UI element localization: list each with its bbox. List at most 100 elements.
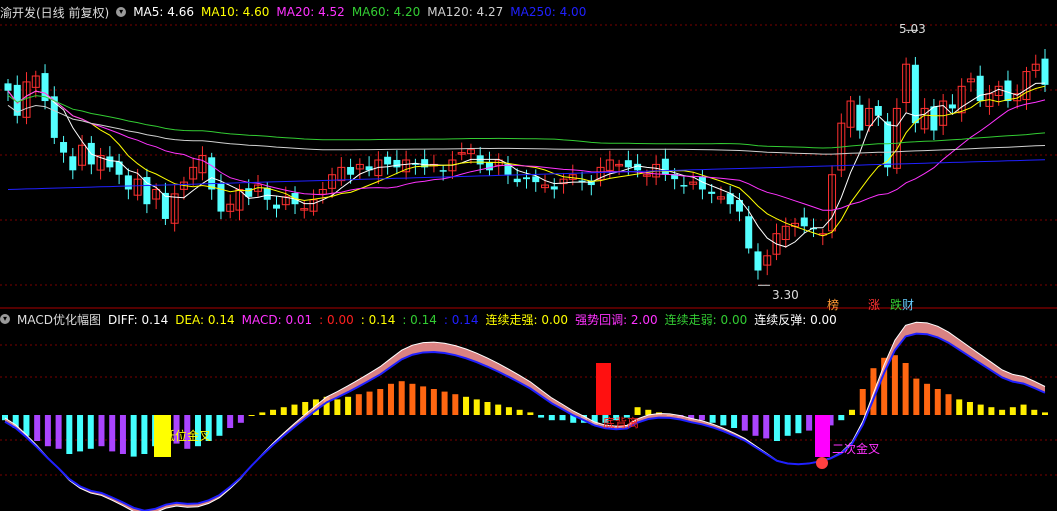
candle-body-down	[1004, 80, 1012, 102]
zhang-tag[interactable]: 涨	[868, 296, 880, 313]
macd-bar	[538, 415, 545, 418]
macd-bar	[216, 415, 223, 436]
macd-bar	[398, 381, 405, 415]
macd-bar	[763, 415, 770, 439]
bang-tag[interactable]: 榜	[827, 296, 839, 313]
macd-bar	[452, 394, 459, 415]
macd-bar	[87, 415, 94, 449]
macd-bar	[698, 415, 705, 421]
candle-body-down	[1041, 58, 1049, 85]
macd-bar	[934, 389, 941, 415]
macd-bar	[902, 363, 909, 415]
macd-bar	[956, 399, 963, 415]
macd-bar	[977, 404, 984, 415]
signal-dot	[816, 457, 828, 469]
candle-body-down	[513, 178, 521, 183]
macd-bar	[1031, 409, 1038, 415]
candle-body-down	[800, 217, 808, 227]
candle-body-down	[347, 166, 355, 175]
candle-body-down	[124, 175, 132, 190]
macd-bar	[248, 415, 255, 416]
macd-bar	[334, 399, 341, 415]
macd-bar	[355, 394, 362, 415]
candle-body-down	[273, 204, 281, 209]
candle-body-down	[624, 160, 632, 168]
candles	[4, 29, 1049, 286]
macd-bar	[441, 391, 448, 415]
macd-bar	[55, 415, 62, 449]
candle-body-down	[263, 187, 271, 200]
macd-bar	[1042, 412, 1048, 415]
macd-bar	[495, 404, 502, 415]
macd-bar	[505, 407, 512, 415]
macd-bar	[859, 389, 866, 415]
candle-body-down	[708, 191, 716, 194]
macd-bar	[731, 415, 738, 428]
cai-tag[interactable]: 财	[902, 296, 914, 313]
macd-bar	[66, 415, 73, 454]
macd-bar	[752, 415, 759, 436]
candle-body-down	[393, 159, 401, 168]
die-tag[interactable]: 跌	[890, 296, 902, 313]
candle-body-down	[930, 106, 938, 131]
macd-bar	[77, 415, 84, 452]
second-cross-label: 二次金叉	[832, 442, 881, 456]
candle-body-down	[217, 183, 225, 212]
macd-bar	[34, 415, 41, 441]
macd-bar	[806, 415, 813, 431]
macd-bar	[109, 415, 116, 452]
macd-bar	[98, 415, 105, 447]
macd-bar	[966, 402, 973, 415]
macd-bar	[119, 415, 126, 454]
macd-bar	[420, 386, 427, 415]
macd-bar	[849, 409, 856, 415]
candle-body-down	[485, 161, 493, 171]
candle-body-down	[439, 170, 447, 172]
candle-body-down	[384, 156, 392, 165]
macd-bar	[891, 355, 898, 415]
candle-body-down	[661, 158, 669, 175]
macd-bar	[280, 407, 287, 415]
macd-bar	[795, 415, 802, 434]
macd-bar	[1020, 404, 1027, 415]
candle-body-down	[856, 104, 864, 131]
candle-body-down	[550, 186, 558, 190]
macd-bar	[473, 399, 480, 415]
macd-bar	[130, 415, 137, 457]
macd-bar	[345, 396, 352, 415]
macd-bar	[945, 394, 952, 415]
candle-body-down	[106, 156, 114, 168]
candle-body-down	[60, 142, 68, 153]
candle-body-down	[948, 104, 956, 109]
macd-bar	[709, 415, 716, 423]
macd-bar	[988, 407, 995, 415]
candle-body-down	[208, 157, 216, 190]
bottom-div-block	[596, 363, 611, 415]
bottom-divergence-label: 底背离	[603, 416, 640, 430]
second-cross-block	[815, 415, 830, 457]
macd-bar	[387, 383, 394, 415]
macd-bar	[44, 415, 51, 447]
macd-bar	[559, 415, 566, 421]
low-cross-label: 低位金叉	[163, 429, 212, 443]
candle-body-down	[69, 156, 77, 171]
macd-bar	[141, 415, 148, 454]
macd-bar	[720, 415, 727, 426]
macd-bar	[227, 415, 234, 428]
candle-body-down	[911, 64, 919, 124]
grid	[0, 24, 1057, 476]
macd-bar	[270, 409, 277, 415]
macd-bar	[784, 415, 791, 436]
candle-body-down	[680, 185, 688, 187]
macd-bar	[913, 378, 920, 415]
macd-bar	[741, 415, 748, 431]
candle-body-down	[874, 106, 882, 116]
macd-bar	[409, 383, 416, 415]
chart-area	[0, 24, 1057, 511]
macd-bar	[1009, 407, 1016, 415]
macd-bar	[366, 391, 373, 415]
high-price-label: 5.03	[899, 22, 926, 36]
macd-bar	[838, 415, 845, 421]
candle-body-down	[754, 251, 762, 271]
candle-body-down	[4, 83, 12, 91]
